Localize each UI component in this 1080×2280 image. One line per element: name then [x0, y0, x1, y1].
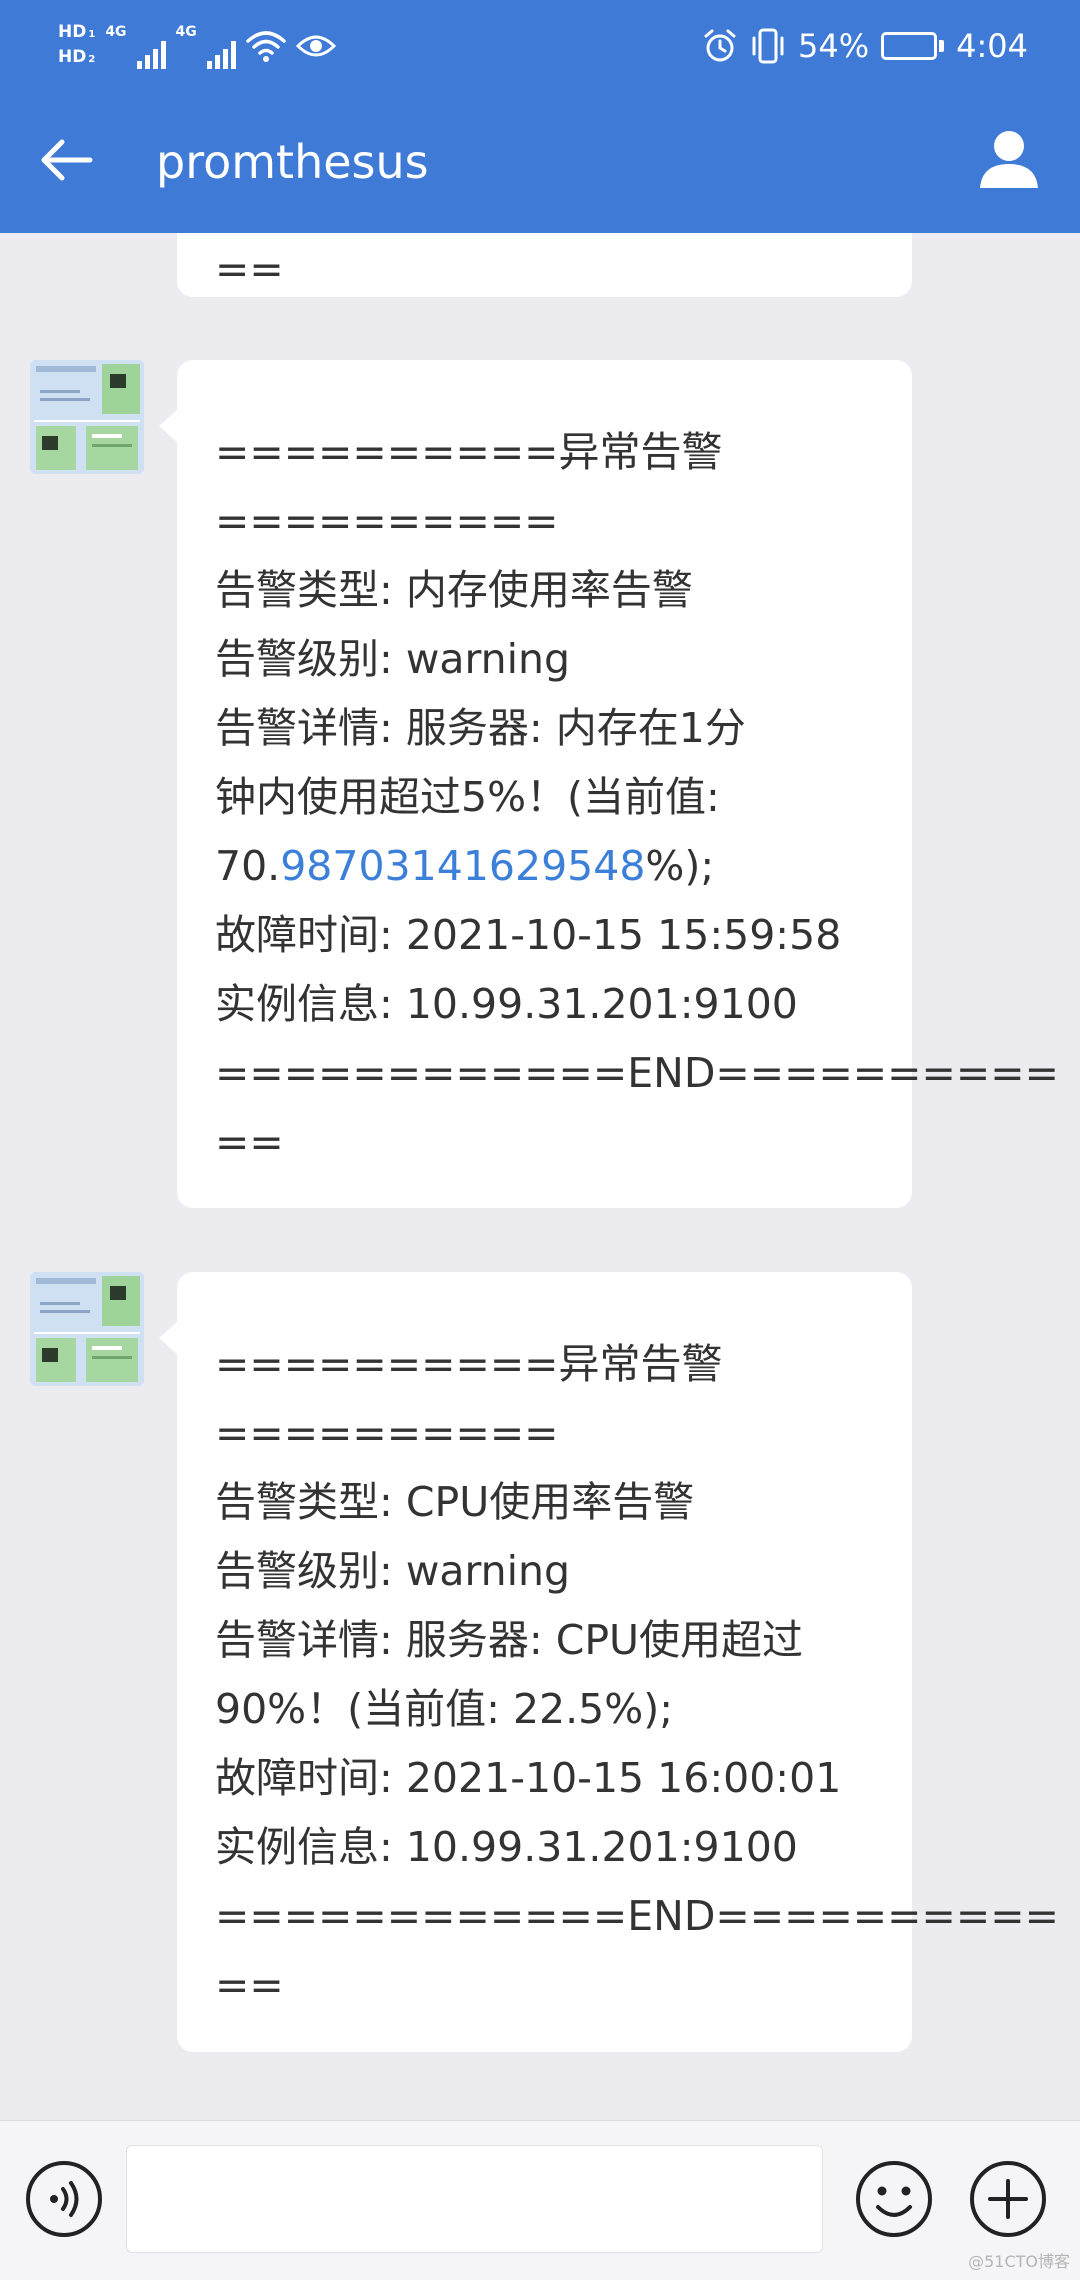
message-line: 故障时间: 2021-10-15 16:00:01 [215, 1754, 842, 1802]
status-bar: HD 1 HD 2 4G 4G 54% 4:04 [0, 0, 1080, 92]
message-bubble[interactable]: == [177, 233, 912, 297]
signal-1-icon [136, 37, 166, 69]
top-header: HD 1 HD 2 4G 4G 54% 4:04 promthesus [0, 0, 1080, 233]
sender-avatar[interactable] [30, 360, 144, 474]
message-line: 钟内使用超过5%！(当前值: [215, 773, 720, 821]
battery-percent: 54% [798, 27, 870, 65]
phone-number-link[interactable]: 98703141629548 [280, 842, 645, 890]
message-line: 告警级别: warning [215, 635, 571, 683]
arrow-left-icon [41, 139, 93, 181]
message-line: 实例信息: 10.99.31.201:9100 [215, 980, 798, 1028]
message-input[interactable] [126, 2145, 823, 2253]
message-line: ==========异常告警 [215, 428, 723, 476]
message-line: ============END========== [215, 1892, 1059, 1940]
message-line: 故障时间: 2021-10-15 15:59:58 [215, 911, 842, 959]
back-button[interactable] [36, 130, 96, 190]
plus-icon [970, 2161, 1046, 2237]
hd-2-indicator: HD 2 [58, 47, 96, 67]
battery-icon [881, 32, 945, 60]
message-line: 告警级别: warning [215, 1547, 571, 1595]
message-bubble[interactable]: ==========异常告警 ========== 告警类型: CPU使用率告警… [159, 1272, 1059, 2052]
voice-input-icon [26, 2161, 102, 2237]
eye-icon [295, 31, 336, 61]
vibrate-icon [750, 27, 786, 65]
clock: 4:04 [956, 27, 1028, 65]
message-line: 实例信息: 10.99.31.201:9100 [215, 1823, 798, 1871]
sender-avatar[interactable] [30, 1272, 144, 1386]
more-options-button[interactable] [968, 2159, 1048, 2239]
person-icon [980, 131, 1038, 188]
message-line: == [215, 245, 284, 293]
voice-input-button[interactable] [24, 2159, 104, 2239]
message-line: 告警详情: 服务器: CPU使用超过 [215, 1616, 804, 1664]
message-line: 告警详情: 服务器: 内存在1分 [215, 704, 746, 752]
emoji-button[interactable] [854, 2159, 934, 2239]
app-bar: promthesus [0, 92, 1080, 233]
message-line: ========== [215, 497, 559, 545]
alarm-icon [702, 28, 738, 64]
chat-message-list[interactable]: == ==========异常告警 ========== 告警类型: 内存使用率… [0, 233, 1080, 2120]
hd-1-indicator: HD 1 [58, 22, 96, 42]
message-line: 告警类型: 内存使用率告警 [215, 566, 693, 614]
message-line: ============END========== [215, 1049, 1059, 1097]
signal-2-icon [206, 37, 236, 69]
status-left: HD 1 HD 2 4G 4G [58, 16, 336, 76]
emoji-icon [856, 2161, 932, 2237]
message-line: == [215, 1961, 284, 2009]
message-line: ==========异常告警 [215, 1340, 723, 1388]
watermark: @51CTO博客 [968, 2252, 1070, 2271]
input-bar: @51CTO博客 [0, 2120, 1080, 2280]
message-line: 90%！(当前值: 22.5%); [215, 1685, 674, 1733]
message-line: 告警类型: CPU使用率告警 [215, 1478, 695, 1526]
profile-button[interactable] [976, 126, 1042, 192]
status-right: 54% 4:04 [702, 20, 1028, 72]
hd-indicators: HD 1 HD 2 [58, 23, 95, 69]
network-type-1: 4G [105, 24, 127, 40]
message-line-with-link: 70.98703141629548%); [215, 842, 715, 890]
message-line: ========== [215, 1409, 559, 1457]
network-type-2: 4G [175, 24, 197, 40]
message-line: == [215, 1118, 284, 1166]
wifi-icon [246, 29, 286, 63]
message-bubble[interactable]: ==========异常告警 ========== 告警类型: 内存使用率告警 … [159, 360, 1059, 1208]
chat-title: promthesus [156, 135, 429, 189]
